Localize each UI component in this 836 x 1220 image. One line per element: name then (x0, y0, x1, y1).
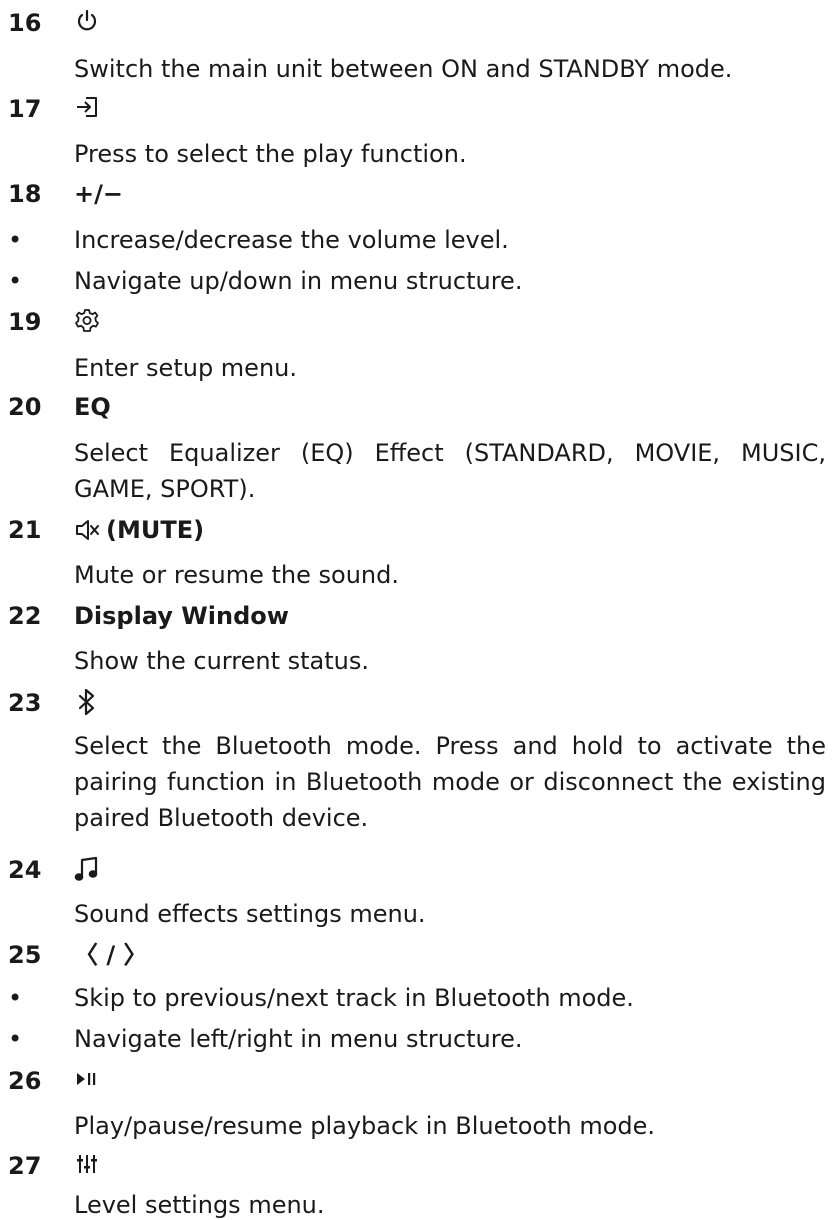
item-number: 24 (8, 856, 42, 884)
item-heading (74, 688, 100, 716)
item-number: 25 (8, 941, 42, 969)
item-heading: +/− (74, 179, 123, 209)
input-source-icon (74, 94, 100, 120)
item-title: (MUTE) (106, 516, 205, 544)
item-number: 26 (8, 1067, 42, 1095)
gear-icon (74, 307, 100, 333)
music-note-icon (74, 855, 100, 883)
bullet-glyph: • (8, 267, 23, 295)
bullet-glyph: • (8, 1025, 23, 1053)
play-pause-icon (74, 1066, 100, 1092)
item-heading: EQ (74, 392, 111, 422)
item-heading (74, 1066, 100, 1092)
item-number: 19 (8, 308, 42, 336)
item-description: Select the Bluetooth mode. Press and hol… (74, 732, 826, 832)
item-number: 20 (8, 393, 42, 421)
manual-page: 16 Switch the main unit between ON and S… (0, 0, 836, 1219)
item-description: Level settings menu. (74, 1191, 325, 1219)
bullet-glyph: • (8, 984, 23, 1012)
item-heading (74, 94, 100, 120)
item-number: 16 (8, 9, 42, 37)
item-number: 17 (8, 95, 42, 123)
item-description: Play/pause/resume playback in Bluetooth … (74, 1112, 656, 1140)
item-heading: (MUTE) (74, 515, 204, 545)
item-description: Select Equalizer (EQ) Effect (STANDARD, … (74, 439, 826, 503)
item-description: Mute or resume the sound. (74, 561, 399, 589)
bullet-item: Navigate up/down in menu structure. (74, 267, 523, 295)
bullet-glyph: • (8, 226, 23, 254)
item-title: +/− (74, 180, 123, 208)
bullet-item: Skip to previous/next track in Bluetooth… (74, 984, 634, 1012)
item-description: Enter setup menu. (74, 354, 297, 382)
item-number: 23 (8, 689, 42, 717)
level-sliders-icon (74, 1151, 100, 1177)
item-heading: Display Window (74, 601, 289, 631)
bullet-item: Navigate left/right in menu structure. (74, 1025, 523, 1053)
item-title: Display Window (74, 602, 289, 630)
item-number: 22 (8, 602, 42, 630)
item-heading (74, 855, 100, 883)
item-number: 21 (8, 516, 42, 544)
item-heading (74, 1151, 100, 1177)
mute-icon (74, 517, 100, 543)
bullet-item: Increase/decrease the volume level. (74, 226, 509, 254)
power-icon (74, 8, 100, 34)
item-title: 〈 / 〉 (74, 941, 148, 969)
item-heading (74, 307, 100, 333)
item-heading: 〈 / 〉 (74, 940, 147, 970)
item-description: Switch the main unit between ON and STAN… (74, 55, 733, 83)
item-number: 18 (8, 180, 42, 208)
item-number: 27 (8, 1152, 42, 1180)
item-description: Press to select the play function. (74, 140, 467, 168)
item-heading (74, 8, 100, 34)
item-title: EQ (74, 393, 111, 421)
item-description: Sound effects settings menu. (74, 900, 426, 928)
item-description: Show the current status. (74, 647, 369, 675)
bluetooth-icon (74, 688, 100, 716)
